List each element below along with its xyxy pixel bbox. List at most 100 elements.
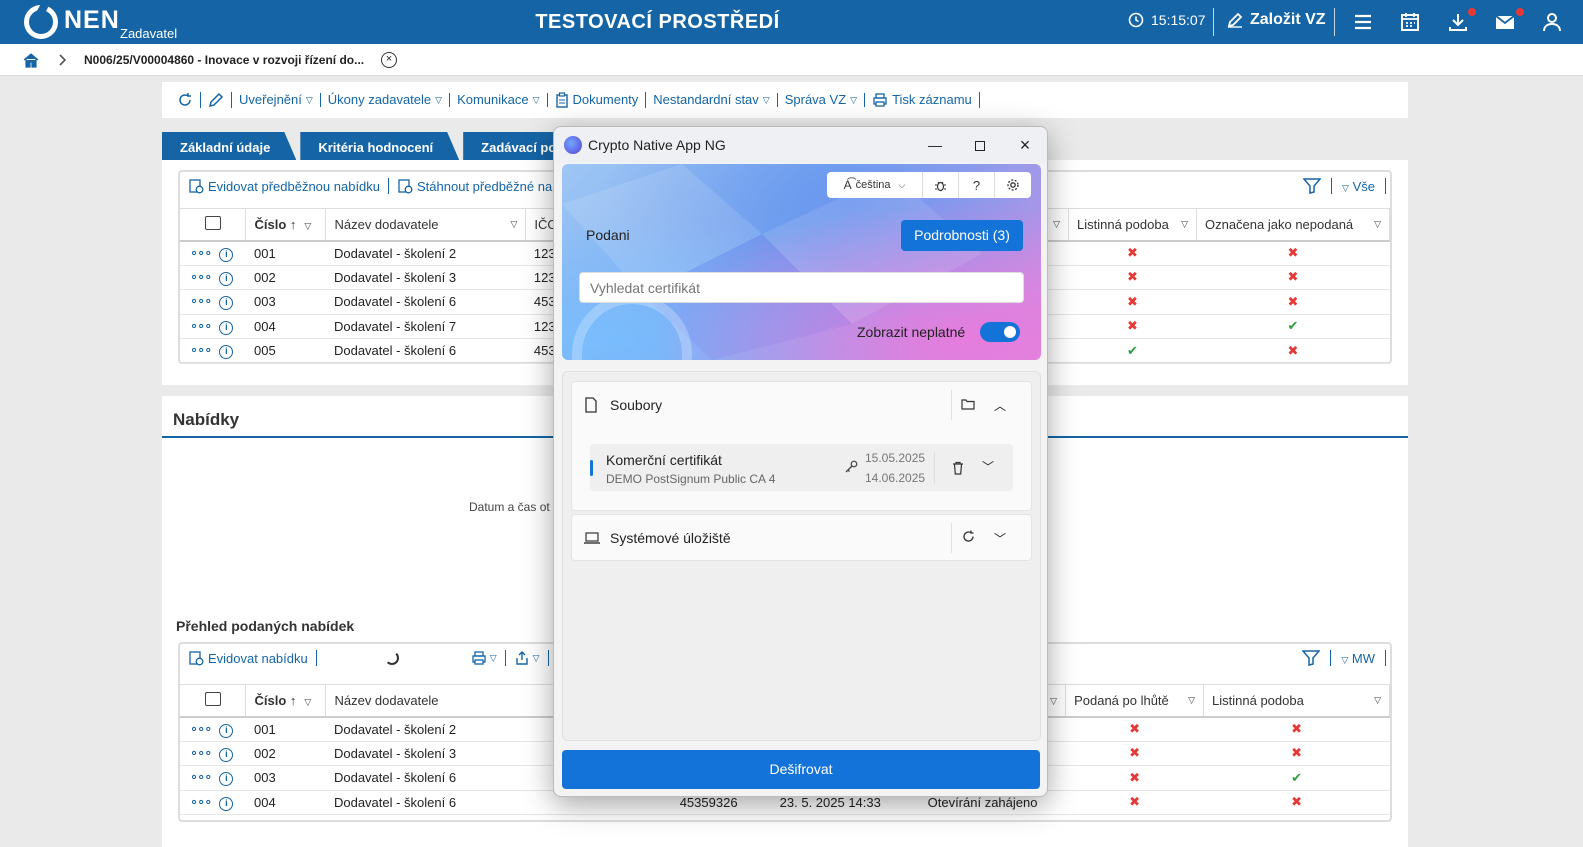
cell-nazev: Dodavatel - školení 3 [325, 265, 526, 290]
column-menu-icon[interactable]: ▽ [1181, 219, 1188, 230]
more-options-icon[interactable]: ∘∘∘ [190, 794, 212, 809]
export-menu-button[interactable]: ▽ [514, 650, 549, 666]
help-icon[interactable]: ? [959, 172, 995, 198]
cross-icon: ✖ [1127, 318, 1138, 334]
column-listinna-podoba[interactable]: Listinná podoba ▽ [1203, 684, 1390, 718]
menu-uverejneni[interactable]: Uveřejnění ▽ [232, 93, 321, 107]
download-icon[interactable] [1446, 10, 1470, 34]
system-store-header[interactable]: Systémové úložiště ﹀ [572, 515, 1031, 561]
menu-label: Tisk záznamu [892, 92, 972, 107]
filter-icon[interactable] [1303, 178, 1322, 194]
more-options-icon[interactable]: ∘∘∘ [190, 293, 212, 308]
chevron-down-icon[interactable]: ﹀ [984, 530, 1016, 547]
settings-gear-icon[interactable] [995, 172, 1031, 198]
column-settings-header[interactable] [180, 684, 247, 718]
breadcrumb-current[interactable]: N006/25/V00004860 - Inovace v rozvoji ří… [84, 53, 364, 67]
info-icon[interactable]: i [219, 247, 234, 262]
more-options-icon[interactable]: ∘∘∘ [190, 721, 212, 736]
column-settings-header[interactable] [180, 208, 247, 242]
filter-icon[interactable] [1302, 650, 1321, 666]
column-listinna-podoba[interactable]: Listinná podoba ▽ [1068, 208, 1197, 242]
divider [1331, 178, 1333, 194]
chevron-down-icon[interactable]: ﹀ [982, 458, 994, 475]
chevron-up-icon[interactable]: ︿ [984, 397, 1016, 414]
view-selector[interactable]: ▽ Vše [1342, 179, 1375, 194]
details-button[interactable]: Podrobnosti (3) [901, 220, 1023, 251]
view-label: Vše [1352, 178, 1375, 194]
column-menu-icon[interactable]: ▽ [304, 697, 311, 707]
menu-komunikace[interactable]: Komunikace ▽ [450, 93, 548, 107]
mail-icon[interactable] [1493, 10, 1517, 34]
clock-time: 15:15:07 [1151, 12, 1206, 28]
trash-icon[interactable] [952, 461, 964, 475]
column-cislo[interactable]: Číslo ↑ ▽ [245, 208, 327, 242]
menu-nestandardni-stav[interactable]: Nestandardní stav ▽ [646, 93, 778, 107]
download-preliminary-offer-button[interactable]: Stáhnout předběžné nabíd [397, 178, 570, 194]
info-icon[interactable]: i [219, 345, 234, 360]
info-icon[interactable]: i [219, 723, 234, 738]
show-invalid-toggle[interactable] [980, 322, 1020, 342]
edit-button[interactable] [201, 92, 232, 108]
info-icon[interactable]: i [219, 796, 234, 811]
column-nazev[interactable]: Název dodavatele ▽ [325, 208, 527, 242]
cell-po-lhute: ✖ [1065, 716, 1204, 742]
language-selector[interactable]: A͡ čeština ⌵ [827, 172, 923, 198]
column-podana-po-lhute[interactable]: Podaná po lhůtě ▽ [1065, 684, 1205, 718]
mail-badge [1516, 8, 1524, 16]
minimize-icon[interactable]: — [920, 133, 950, 157]
print-menu-button[interactable]: ▽ [471, 650, 506, 666]
more-options-icon[interactable]: ∘∘∘ [190, 745, 212, 760]
column-menu-icon[interactable]: ▽ [1053, 219, 1060, 230]
more-options-icon[interactable]: ∘∘∘ [190, 318, 212, 333]
decrypt-button[interactable]: Dešifrovat [562, 750, 1040, 789]
create-vz-button[interactable]: Založit VZ [1226, 11, 1326, 29]
view-selector[interactable]: ▽ MW [1341, 651, 1375, 666]
user-icon[interactable] [1540, 10, 1564, 34]
refresh-icon[interactable] [952, 530, 984, 546]
more-options-icon[interactable]: ∘∘∘ [190, 342, 212, 357]
register-offer-button[interactable]: Evidovat nabídku [188, 650, 317, 666]
column-menu-icon[interactable]: ▽ [304, 221, 311, 231]
certificate-search-input[interactable] [579, 272, 1024, 303]
session-clock: 15:15:07 [1128, 12, 1206, 28]
info-icon[interactable]: i [219, 320, 234, 335]
info-icon[interactable]: i [219, 271, 234, 286]
more-options-icon[interactable]: ∘∘∘ [190, 269, 212, 284]
info-icon[interactable]: i [219, 772, 234, 787]
menu-dokumenty[interactable]: Dokumenty [548, 92, 647, 108]
register-preliminary-offer-button[interactable]: Evidovat předběžnou nabídku [188, 178, 390, 194]
caret-down-icon: ▽ [489, 652, 497, 663]
info-icon[interactable]: i [219, 296, 234, 311]
menu-tisk-zaznamu[interactable]: Tisk záznamu [865, 92, 980, 108]
tab-kriteria-hodnoceni[interactable]: Kritéria hodnocení [300, 132, 459, 160]
home-icon[interactable] [22, 51, 40, 69]
column-menu-icon[interactable]: ▽ [1374, 695, 1381, 706]
certificate-valid-from: 15.05.2025 [865, 451, 926, 465]
cell-cislo: 002 [245, 741, 326, 766]
certificate-item[interactable]: Komerční certifikát DEMO PostSignum Publ… [590, 444, 1013, 491]
info-icon[interactable]: i [219, 747, 234, 762]
column-menu-icon[interactable]: ▽ [1374, 219, 1381, 230]
close-icon[interactable]: × [1010, 133, 1040, 157]
column-label: Listinná podoba [1212, 692, 1304, 708]
column-menu-icon[interactable]: ▽ [1188, 695, 1195, 706]
more-options-icon[interactable]: ∘∘∘ [190, 245, 212, 260]
tab-zakladni-udaje[interactable]: Základní údaje [162, 132, 296, 160]
sort-asc-icon: ↑ [289, 216, 297, 232]
calendar-icon[interactable] [1398, 10, 1422, 34]
debug-bug-icon[interactable] [923, 172, 959, 198]
menu-sprava-vz[interactable]: Správa VZ ▽ [778, 93, 866, 107]
more-options-icon[interactable]: ∘∘∘ [190, 769, 212, 784]
close-icon[interactable]: × [381, 52, 397, 68]
column-cislo[interactable]: Číslo ↑ ▽ [245, 684, 327, 718]
column-menu-icon[interactable]: ▽ [1050, 696, 1057, 707]
window-titlebar[interactable]: Crypto Native App NG — × [554, 127, 1047, 163]
column-oznacena-nepodana[interactable]: Označena jako nepodaná ▽ [1196, 208, 1391, 242]
refresh-button[interactable] [170, 92, 201, 108]
open-folder-icon[interactable] [952, 397, 984, 413]
menu-ukony-zadavatele[interactable]: Úkony zadavatele ▽ [321, 93, 451, 107]
menu-icon[interactable] [1351, 10, 1375, 34]
files-section-header[interactable]: Soubory ︿ [572, 382, 1031, 428]
column-menu-icon[interactable]: ▽ [510, 219, 517, 230]
maximize-icon[interactable] [965, 133, 995, 157]
